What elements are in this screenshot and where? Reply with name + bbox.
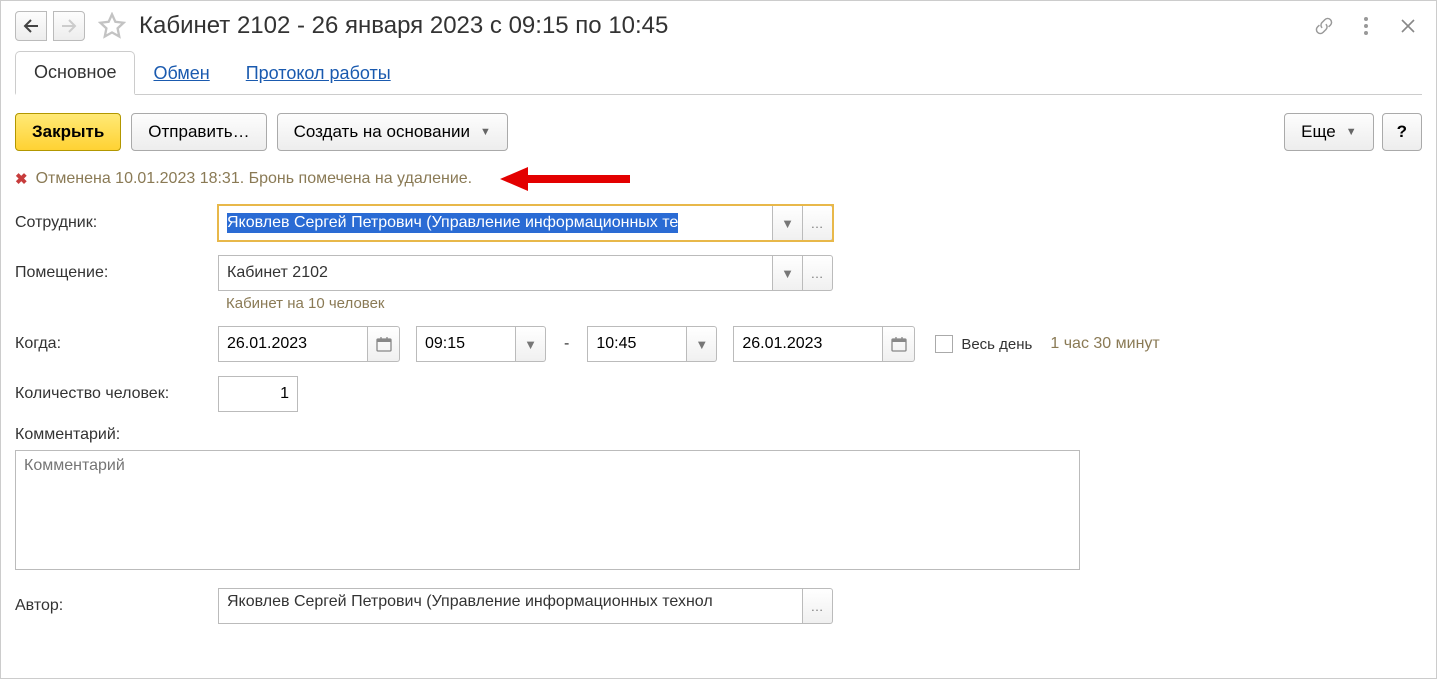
- duration-text: 1 час 30 минут: [1050, 335, 1159, 353]
- star-icon: [98, 12, 126, 40]
- chevron-down-icon: ▼: [1346, 126, 1357, 138]
- room-value: Кабинет 2102: [227, 264, 328, 282]
- tab-exchange[interactable]: Обмен: [135, 53, 227, 94]
- all-day-label: Весь день: [961, 336, 1032, 353]
- send-button[interactable]: Отправить…: [131, 113, 266, 151]
- people-label: Количество человек:: [15, 385, 210, 403]
- date-from-field[interactable]: [218, 326, 368, 362]
- time-range-separator: -: [564, 335, 569, 353]
- page-title: Кабинет 2102 - 26 января 2023 с 09:15 по…: [139, 12, 668, 40]
- kebab-icon: [1364, 17, 1368, 35]
- nav-forward-button[interactable]: [53, 11, 85, 41]
- link-button[interactable]: [1310, 12, 1338, 40]
- more-label: Еще: [1301, 122, 1336, 142]
- comment-label: Комментарий:: [15, 426, 120, 444]
- link-icon: [1313, 15, 1335, 37]
- chevron-down-icon: ▼: [524, 337, 537, 352]
- time-from-field[interactable]: [416, 326, 516, 362]
- more-button[interactable]: Еще ▼: [1284, 113, 1373, 151]
- calendar-icon: [376, 336, 392, 352]
- annotation-arrow: [500, 165, 630, 193]
- room-hint: Кабинет на 10 человек: [226, 295, 1422, 312]
- employee-dropdown-button[interactable]: ▼: [773, 205, 803, 241]
- author-value: Яковлев Сергей Петрович (Управление инфо…: [227, 593, 713, 610]
- arrow-right-icon: [61, 19, 77, 33]
- employee-field[interactable]: Яковлев Сергей Петрович (Управление инфо…: [218, 205, 773, 241]
- create-based-label: Создать на основании: [294, 122, 470, 142]
- room-label: Помещение:: [15, 264, 210, 282]
- when-label: Когда:: [15, 335, 210, 353]
- chevron-down-icon: ▼: [695, 337, 708, 352]
- room-field[interactable]: Кабинет 2102: [218, 255, 773, 291]
- author-select-button[interactable]: …: [803, 588, 833, 624]
- date-from-picker-button[interactable]: [368, 326, 400, 362]
- employee-value: Яковлев Сергей Петрович (Управление инфо…: [227, 213, 678, 233]
- time-to-field[interactable]: [587, 326, 687, 362]
- status-text: Отменена 10.01.2023 18:31. Бронь помечен…: [36, 170, 473, 188]
- time-to-dropdown-button[interactable]: ▼: [687, 326, 717, 362]
- room-select-button[interactable]: …: [803, 255, 833, 291]
- chevron-down-icon: ▼: [781, 266, 794, 281]
- create-based-button[interactable]: Создать на основании ▼: [277, 113, 508, 151]
- help-button[interactable]: ?: [1382, 113, 1422, 151]
- arrow-left-icon: [23, 19, 39, 33]
- all-day-checkbox[interactable]: [935, 335, 953, 353]
- ellipsis-icon: …: [811, 599, 825, 614]
- arrow-left-red-icon: [500, 165, 630, 193]
- author-field[interactable]: Яковлев Сергей Петрович (Управление инфо…: [218, 588, 803, 624]
- close-icon: [1401, 19, 1415, 33]
- chevron-down-icon: ▼: [781, 216, 794, 231]
- ellipsis-icon: …: [811, 266, 825, 281]
- tab-main[interactable]: Основное: [15, 51, 135, 95]
- people-field[interactable]: [218, 376, 298, 412]
- cancel-icon: ✖: [15, 170, 28, 188]
- date-to-picker-button[interactable]: [883, 326, 915, 362]
- nav-back-button[interactable]: [15, 11, 47, 41]
- employee-select-button[interactable]: …: [803, 205, 833, 241]
- close-window-button[interactable]: [1394, 12, 1422, 40]
- chevron-down-icon: ▼: [480, 126, 491, 138]
- comment-field[interactable]: [15, 450, 1080, 570]
- author-label: Автор:: [15, 597, 210, 615]
- employee-label: Сотрудник:: [15, 214, 210, 232]
- calendar-icon: [891, 336, 907, 352]
- date-to-field[interactable]: [733, 326, 883, 362]
- close-button[interactable]: Закрыть: [15, 113, 121, 151]
- favorite-button[interactable]: [95, 9, 129, 43]
- time-from-dropdown-button[interactable]: ▼: [516, 326, 546, 362]
- kebab-menu-button[interactable]: [1352, 12, 1380, 40]
- tab-protocol[interactable]: Протокол работы: [228, 53, 409, 94]
- room-dropdown-button[interactable]: ▼: [773, 255, 803, 291]
- ellipsis-icon: …: [811, 216, 825, 231]
